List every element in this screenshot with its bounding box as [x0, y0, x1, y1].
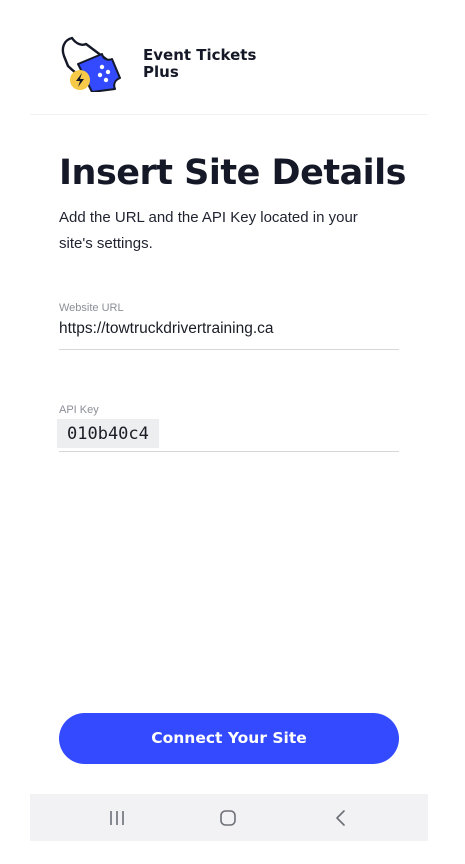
ticket-lightning-logo: [61, 36, 121, 92]
back-icon: [336, 809, 345, 826]
home-icon: [220, 809, 236, 826]
recent-apps-button[interactable]: [87, 794, 147, 841]
website-url-input[interactable]: https://towtruckdrivertraining.ca: [59, 319, 399, 339]
website-url-label: Website URL: [59, 302, 124, 314]
page-title: Insert Site Details: [59, 153, 407, 193]
website-url-field[interactable]: Website URL https://towtruckdrivertraini…: [59, 301, 399, 350]
brand-name: Event Tickets Plus: [143, 47, 303, 81]
api-key-field[interactable]: API Key 010b40c4: [57, 403, 399, 452]
app-header: Event Tickets Plus: [30, 0, 428, 115]
home-button[interactable]: [198, 794, 258, 841]
connect-site-button[interactable]: Connect Your Site: [59, 713, 399, 764]
recent-apps-icon: [110, 810, 124, 825]
app-screen: Event Tickets Plus Insert Site Details A…: [0, 0, 465, 864]
brand-line-1: Event Tickets: [143, 46, 257, 64]
page-subtitle: Add the URL and the API Key located in y…: [59, 209, 358, 252]
back-button[interactable]: [311, 794, 371, 841]
android-nav-bar: [30, 794, 428, 841]
api-key-input[interactable]: 010b40c4: [57, 419, 159, 448]
brand-line-2: Plus: [143, 63, 179, 81]
api-key-label: API Key: [59, 404, 99, 416]
